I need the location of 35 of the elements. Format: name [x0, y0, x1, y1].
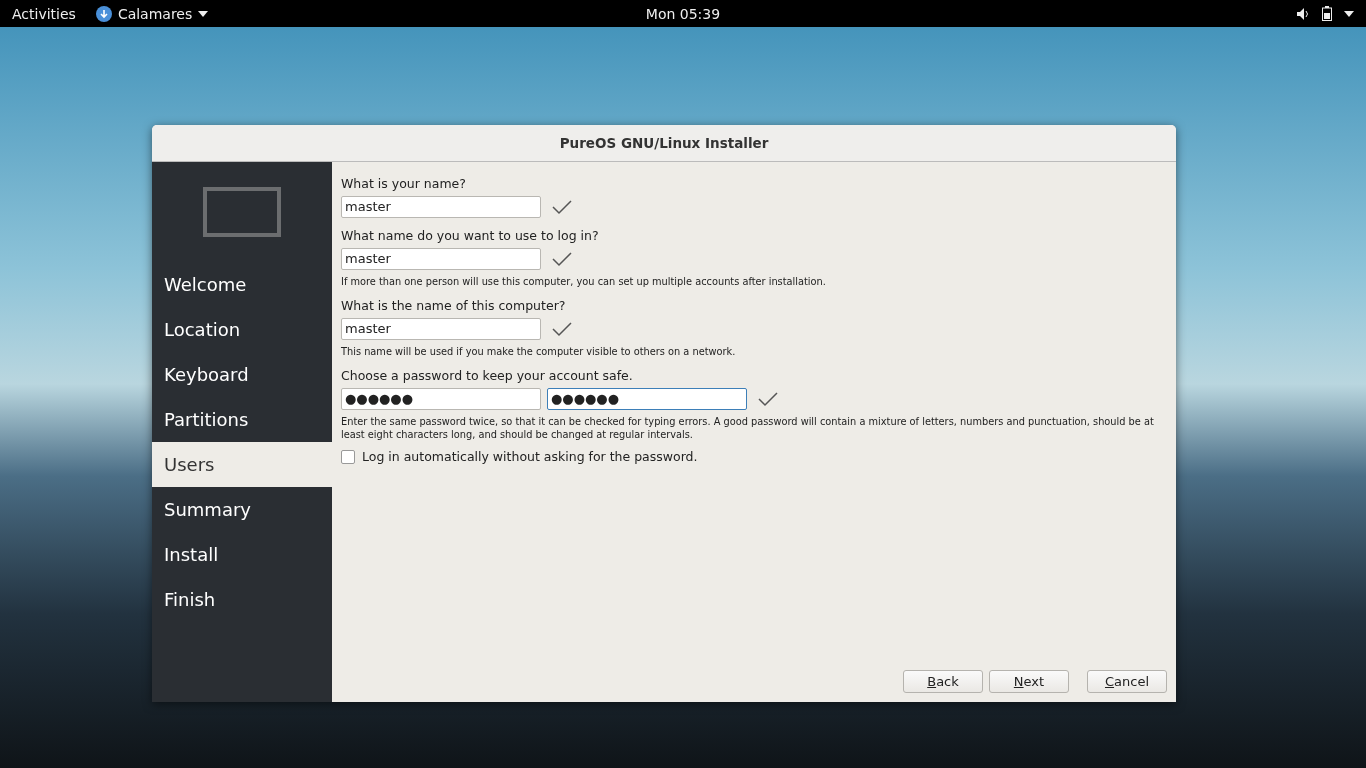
- battery-icon[interactable]: [1322, 6, 1332, 21]
- app-menu[interactable]: Calamares: [95, 5, 209, 22]
- text-field[interactable]: master: [341, 318, 541, 340]
- question-label: What name do you want to use to log in?: [341, 228, 600, 243]
- caret-icon[interactable]: [1344, 10, 1354, 17]
- volume-icon[interactable]: [1296, 6, 1310, 21]
- text-field[interactable]: master: [341, 196, 541, 218]
- hint-text: If more than one person will use this computer, you can set up multiple accounts after installation.: [341, 275, 827, 288]
- checkbox[interactable]: [341, 449, 355, 464]
- activities-button[interactable]: Activities: [12, 5, 76, 22]
- sidebar-item: Partitions: [163, 408, 250, 432]
- sidebar-item: Install: [163, 543, 220, 567]
- clock[interactable]: Mon 05:39: [645, 5, 721, 22]
- window-title: PureOS GNU/Linux Installer: [559, 135, 769, 151]
- question-label: What is your name?: [341, 176, 467, 191]
- logo-frame-icon: [203, 187, 281, 237]
- text-field[interactable]: master: [341, 248, 541, 270]
- sidebar-item: Summary: [163, 498, 252, 522]
- caret-icon: [198, 10, 209, 17]
- sidebar-item: Finish: [163, 588, 217, 612]
- question-label: What is the name of this computer?: [341, 298, 567, 313]
- text-field[interactable]: ●●●●●●: [547, 388, 747, 410]
- sidebar-item: Location: [163, 318, 242, 342]
- sidebar-item: Welcome: [163, 273, 248, 297]
- hint-text: Enter the same password twice, so that it can be checked for typing errors. A good password will contain a mixture of letters, numbers and punctuation, should be at least eight characters long, and should be changed at regular intervals.: [341, 415, 1155, 441]
- back-button[interactable]: Back: [903, 670, 983, 693]
- hint-text: This name will be used if you make the computer visible to others on a network.: [341, 345, 737, 358]
- text-field[interactable]: ●●●●●●: [341, 388, 541, 410]
- checkbox-label: Log in automatically without asking for the password.: [362, 449, 698, 464]
- download-icon: [95, 5, 112, 22]
- cancel-button[interactable]: Cancel: [1087, 670, 1167, 693]
- sidebar-item: Keyboard: [163, 363, 250, 387]
- next-button[interactable]: Next: [989, 670, 1069, 693]
- sidebar-item: Users: [152, 442, 332, 487]
- question-label: Choose a password to keep your account safe.: [341, 368, 634, 383]
